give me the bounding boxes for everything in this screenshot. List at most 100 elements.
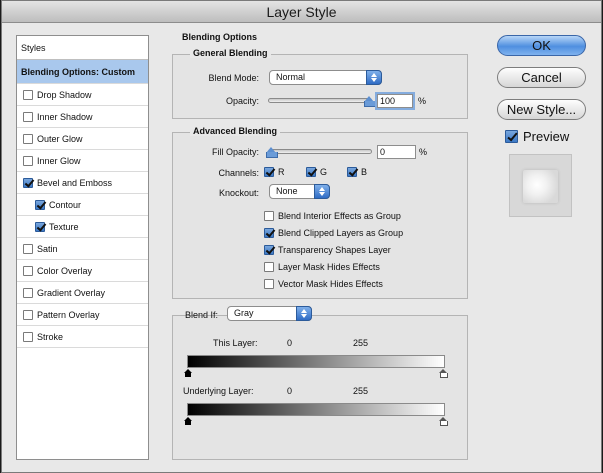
advanced-option-checkbox[interactable] [264, 262, 274, 272]
style-item-label: Pattern Overlay [37, 309, 100, 320]
select-arrows-icon [296, 306, 312, 321]
opacity-slider-thumb[interactable] [364, 96, 376, 107]
style-item-contour[interactable]: Contour [17, 194, 148, 216]
style-checkbox[interactable] [23, 243, 33, 254]
preview-swatch [509, 154, 572, 217]
underlying-layer-black-handle[interactable] [184, 417, 192, 425]
advanced-blending-title: Advanced Blending [190, 126, 281, 136]
advanced-option-checkbox[interactable] [264, 279, 274, 289]
ok-button[interactable]: OK [497, 35, 586, 56]
styles-list: Styles Blending Options: Custom Drop Shad… [16, 35, 149, 460]
blend-mode-value: Normal [276, 72, 306, 82]
advanced-option[interactable]: Vector Mask Hides Effects [264, 279, 383, 289]
style-item-inner-glow[interactable]: Inner Glow [17, 150, 148, 172]
underlying-layer-gradient [187, 403, 445, 416]
fill-opacity-slider[interactable] [268, 149, 372, 154]
advanced-option-label: Blend Interior Effects as Group [278, 211, 401, 221]
style-item-blending-options-custom[interactable]: Blending Options: Custom [17, 60, 148, 84]
opacity-input[interactable]: 100 [377, 94, 413, 108]
style-checkbox[interactable] [23, 265, 33, 276]
style-checkbox[interactable] [23, 155, 33, 166]
advanced-option[interactable]: Transparency Shapes Layer [264, 245, 391, 255]
channel-g[interactable]: G [306, 167, 327, 177]
advanced-option-checkbox[interactable] [264, 245, 274, 255]
general-blending-title: General Blending [190, 48, 271, 58]
style-item-label: Color Overlay [37, 265, 93, 276]
advanced-option-checkbox[interactable] [264, 228, 274, 238]
this-layer-white-handle[interactable] [439, 369, 448, 378]
advanced-option-label: Transparency Shapes Layer [278, 245, 391, 255]
this-layer-black-handle[interactable] [184, 369, 192, 377]
style-item-drop-shadow[interactable]: Drop Shadow [17, 84, 148, 106]
advanced-option-label: Blend Clipped Layers as Group [278, 228, 404, 238]
style-item-inner-shadow[interactable]: Inner Shadow [17, 106, 148, 128]
this-layer-low: 0 [287, 338, 293, 348]
this-layer-gradient [187, 355, 445, 368]
channel-r[interactable]: R [264, 167, 285, 177]
select-arrows-icon [314, 184, 330, 199]
knockout-select[interactable]: None [269, 184, 330, 199]
new-style-button[interactable]: New Style... [497, 99, 586, 120]
fill-opacity-input[interactable]: 0 [377, 145, 416, 159]
underlying-layer-white-handle[interactable] [439, 417, 448, 426]
preview-toggle[interactable]: Preview [505, 129, 569, 144]
this-layer-high: 255 [353, 338, 369, 348]
cancel-button[interactable]: Cancel [497, 67, 586, 88]
advanced-option[interactable]: Layer Mask Hides Effects [264, 262, 380, 272]
channel-b[interactable]: B [347, 167, 367, 177]
channel-g-checkbox[interactable] [306, 167, 316, 177]
advanced-option[interactable]: Blend Clipped Layers as Group [264, 228, 403, 238]
style-checkbox[interactable] [23, 287, 33, 298]
advanced-option[interactable]: Blend Interior Effects as Group [264, 211, 401, 221]
opacity-unit: % [418, 96, 427, 106]
select-arrows-icon [366, 70, 382, 85]
style-item-satin[interactable]: Satin [17, 238, 148, 260]
layer-style-dialog: Layer Style Styles Blending Options: Cus… [1, 0, 602, 473]
style-checkbox[interactable] [23, 177, 33, 188]
opacity-slider[interactable] [268, 98, 372, 103]
fill-opacity-unit: % [419, 147, 428, 157]
style-item-gradient-overlay[interactable]: Gradient Overlay [17, 282, 148, 304]
style-item-label: Drop Shadow [37, 89, 92, 100]
fill-opacity-slider-thumb[interactable] [266, 147, 278, 158]
style-checkbox[interactable] [23, 111, 33, 122]
channel-r-label: R [278, 167, 285, 177]
style-item-color-overlay[interactable]: Color Overlay [17, 260, 148, 282]
style-checkbox[interactable] [23, 331, 33, 342]
blend-if-value: Gray [234, 308, 254, 318]
channel-g-label: G [320, 167, 328, 177]
blend-if-select[interactable]: Gray [227, 306, 312, 321]
advanced-option-label: Layer Mask Hides Effects [278, 262, 380, 272]
underlying-layer-low: 0 [287, 386, 293, 396]
knockout-value: None [276, 186, 298, 196]
style-checkbox[interactable] [23, 89, 33, 100]
style-checkbox[interactable] [35, 221, 45, 232]
style-item-outer-glow[interactable]: Outer Glow [17, 128, 148, 150]
opacity-label: Opacity: [225, 96, 259, 106]
style-item-texture[interactable]: Texture [17, 216, 148, 238]
styles-header[interactable]: Styles [17, 36, 148, 60]
style-item-label: Gradient Overlay [37, 287, 106, 298]
style-item-label: Stroke [37, 331, 64, 342]
channel-r-checkbox[interactable] [264, 167, 274, 177]
style-item-label: Blending Options: Custom [21, 66, 135, 77]
style-item-bevel-and-emboss[interactable]: Bevel and Emboss [17, 172, 148, 194]
channel-b-checkbox[interactable] [347, 167, 357, 177]
style-item-label: Inner Glow [37, 155, 81, 166]
advanced-option-checkbox[interactable] [264, 211, 274, 221]
underlying-layer-high: 255 [353, 386, 369, 396]
style-item-stroke[interactable]: Stroke [17, 326, 148, 348]
style-checkbox[interactable] [35, 199, 45, 210]
blending-options-title: Blending Options [182, 32, 257, 42]
blend-if-label: Blend If: [185, 310, 219, 320]
knockout-label: Knockout: [218, 188, 259, 198]
blend-mode-select[interactable]: Normal [269, 70, 382, 85]
style-item-pattern-overlay[interactable]: Pattern Overlay [17, 304, 148, 326]
blend-mode-label: Blend Mode: [208, 73, 259, 83]
channels-label: Channels: [218, 168, 259, 178]
style-checkbox[interactable] [23, 309, 33, 320]
style-checkbox[interactable] [23, 133, 33, 144]
this-layer-label: This Layer: [213, 338, 258, 348]
preview-thumbnail [523, 170, 558, 203]
preview-checkbox[interactable] [505, 130, 518, 143]
